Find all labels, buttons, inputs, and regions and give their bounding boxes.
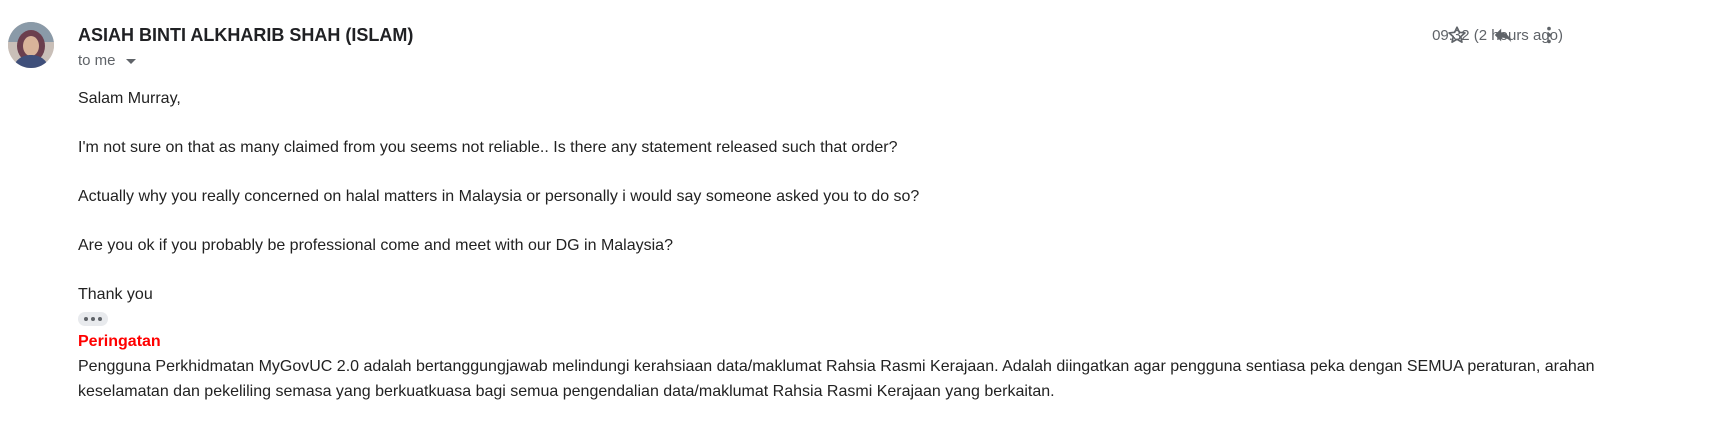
message-body: Salam Murray, I'm not sure on that as ma… xyxy=(78,86,1677,404)
more-options-button[interactable] xyxy=(1534,20,1564,50)
sender-avatar[interactable] xyxy=(8,22,54,68)
reply-button[interactable] xyxy=(1488,20,1518,50)
body-greeting: Salam Murray, xyxy=(78,90,181,107)
more-vert-icon xyxy=(1547,26,1551,44)
body-paragraph: Are you ok if you probably be profession… xyxy=(78,237,673,254)
warning-text: Pengguna Perkhidmatan MyGovUC 2.0 adalah… xyxy=(78,358,1595,400)
recipient-details-toggle[interactable]: to me xyxy=(78,52,136,69)
recipient-label: to me xyxy=(78,52,116,69)
avatar-image xyxy=(8,22,54,68)
star-icon xyxy=(1448,26,1466,43)
body-closing: Thank you xyxy=(78,286,153,303)
chevron-down-icon[interactable] xyxy=(125,59,136,64)
trimmed-content-icon[interactable] xyxy=(78,312,108,326)
sender-name[interactable]: ASIAH BINTI ALKHARIB SHAH (ISLAM) xyxy=(78,25,413,46)
warning-title: Peringatan xyxy=(78,333,161,350)
body-paragraph: Actually why you really concerned on hal… xyxy=(78,188,920,205)
body-paragraph: I'm not sure on that as many claimed fro… xyxy=(78,139,898,156)
reply-icon xyxy=(1494,28,1512,43)
star-button[interactable] xyxy=(1442,20,1472,50)
